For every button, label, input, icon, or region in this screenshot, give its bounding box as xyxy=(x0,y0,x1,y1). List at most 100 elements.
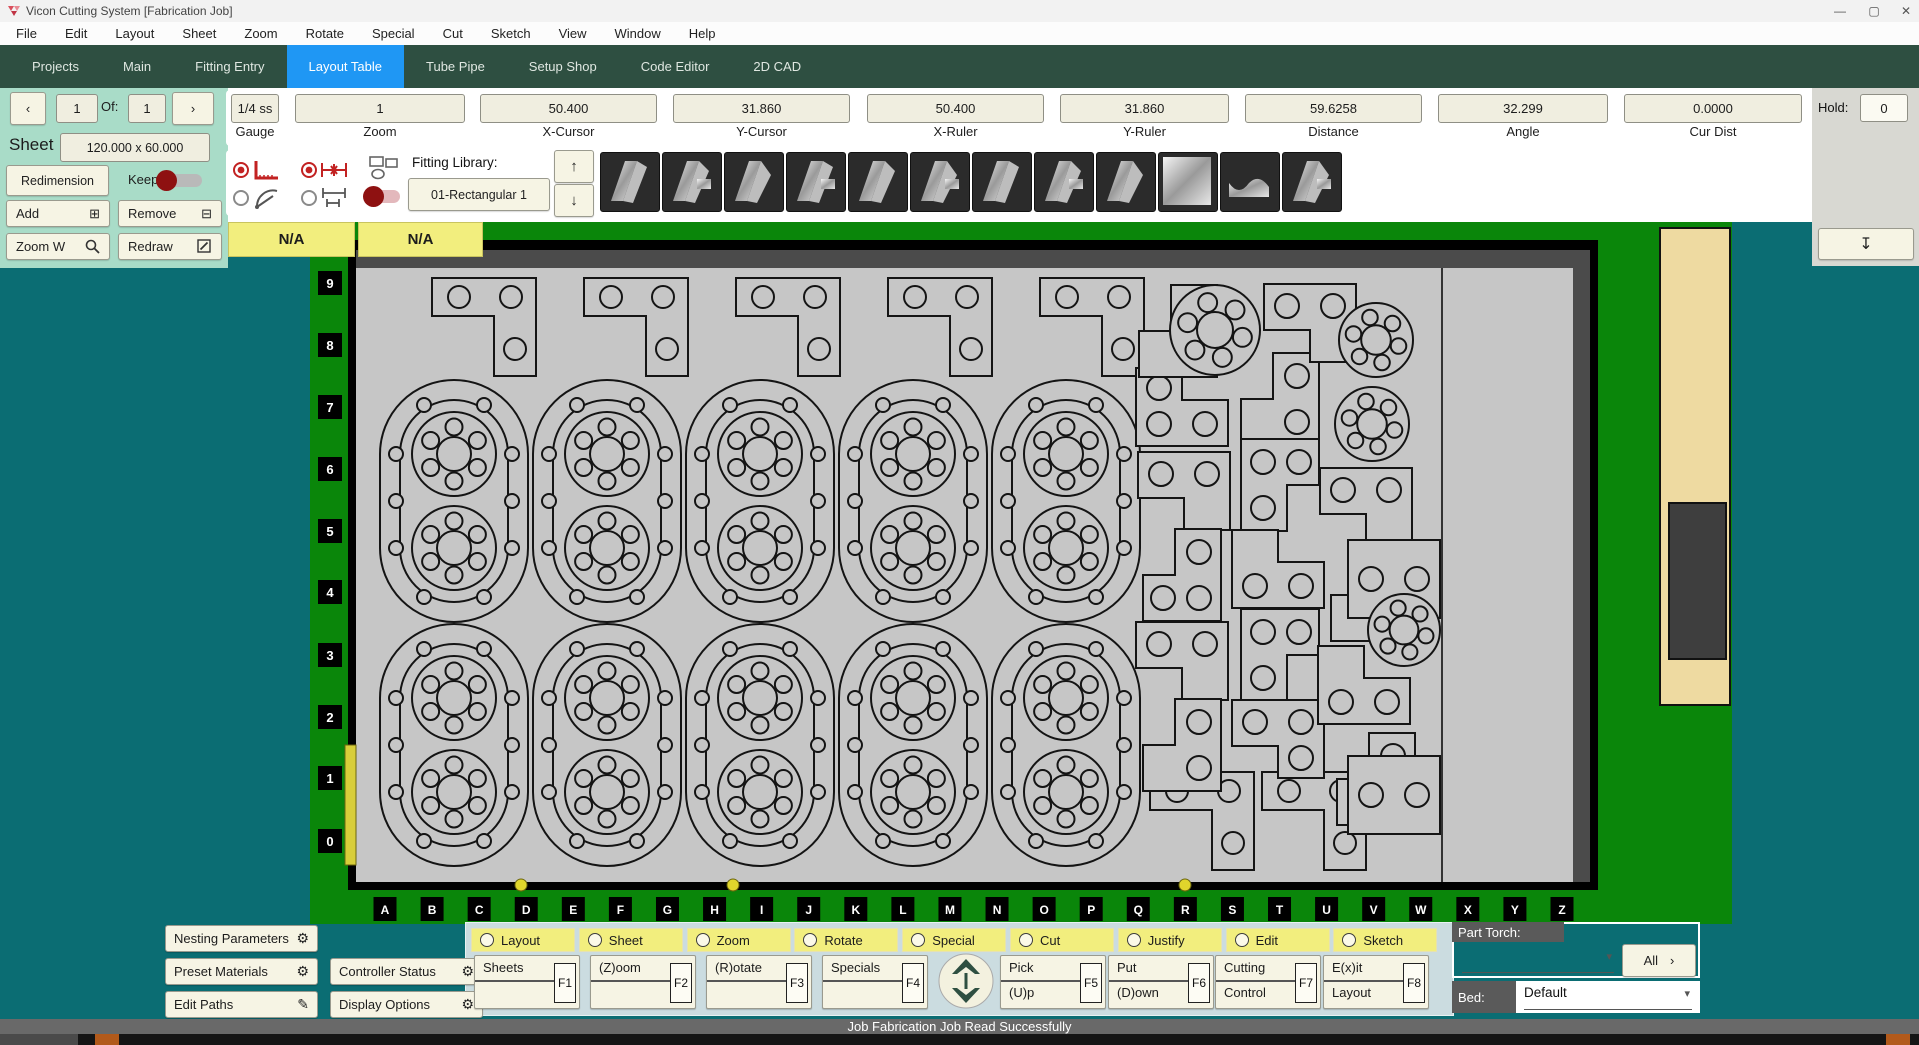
redimension-button[interactable]: Redimension xyxy=(6,165,109,196)
fitting-tile-8[interactable] xyxy=(1034,152,1094,212)
fkey-f3-button[interactable]: (R)otateF3 xyxy=(706,955,812,1009)
mode-edit[interactable]: Edit xyxy=(1226,928,1330,952)
snap-angle-radio[interactable] xyxy=(232,186,282,217)
fitting-tile-4[interactable] xyxy=(786,152,846,212)
menu-cut[interactable]: Cut xyxy=(443,26,463,41)
part-stadium-8[interactable] xyxy=(686,624,834,866)
display-options-button[interactable]: Display Options⚙ xyxy=(330,991,483,1018)
mode-special[interactable]: Special xyxy=(902,928,1006,952)
mode-rotate[interactable]: Rotate xyxy=(794,928,898,952)
part-flange-1[interactable] xyxy=(1170,285,1260,375)
fkey-f1-button[interactable]: SheetsF1 xyxy=(474,955,580,1009)
part-stadium-1[interactable] xyxy=(380,380,528,622)
snap-grid-radio[interactable] xyxy=(232,158,282,187)
tab-2d-cad[interactable]: 2D CAD xyxy=(731,45,823,88)
preset-materials-button[interactable]: Preset Materials⚙ xyxy=(165,958,318,985)
fkey-f5-button[interactable]: Pick(U)pF5 xyxy=(1000,955,1106,1009)
remove-button[interactable]: Remove⊟ xyxy=(118,200,222,227)
menu-rotate[interactable]: Rotate xyxy=(306,26,344,41)
fitting-tile-6[interactable] xyxy=(910,152,970,212)
mode-sketch[interactable]: Sketch xyxy=(1333,928,1437,952)
fitting-scroll-up-button[interactable]: ↑ xyxy=(554,150,594,183)
taskbar-item-left[interactable] xyxy=(95,1034,119,1045)
hold-field[interactable]: 0 xyxy=(1860,94,1908,122)
bed-combo[interactable]: ▾ Default xyxy=(1524,985,1692,1010)
tab-main[interactable]: Main xyxy=(101,45,173,88)
layout-canvas[interactable]: 9876543210ABCDEFGHIJKLMNOPQRSTUVWXYZ xyxy=(310,222,1732,929)
tab-fitting-entry[interactable]: Fitting Entry xyxy=(173,45,286,88)
menu-special[interactable]: Special xyxy=(372,26,415,41)
prev-sheet-button[interactable]: ‹ xyxy=(10,92,46,125)
fitting-tile-9[interactable] xyxy=(1096,152,1156,212)
fkey-f6-button[interactable]: Put(D)ownF6 xyxy=(1108,955,1214,1009)
part-torch-combo[interactable]: ▾ xyxy=(1462,948,1614,973)
mode-sheet[interactable]: Sheet xyxy=(579,928,683,952)
sheet-total-field[interactable]: 1 xyxy=(128,94,166,123)
tab-tube-pipe[interactable]: Tube Pipe xyxy=(404,45,507,88)
mode-justify[interactable]: Justify xyxy=(1118,928,1222,952)
fitting-tile-1[interactable] xyxy=(600,152,660,212)
part-flange-4[interactable] xyxy=(1368,594,1440,666)
measure-manual-radio[interactable] xyxy=(300,186,350,217)
cur-dist-field[interactable]: 0.0000 xyxy=(1624,94,1802,123)
menu-sketch[interactable]: Sketch xyxy=(491,26,531,41)
tab-code-editor[interactable]: Code Editor xyxy=(619,45,732,88)
mode-cut[interactable]: Cut xyxy=(1010,928,1114,952)
y-ruler-field[interactable]: 31.860 xyxy=(1060,94,1229,123)
menu-sheet[interactable]: Sheet xyxy=(182,26,216,41)
part-flange-3[interactable] xyxy=(1335,387,1409,461)
menu-window[interactable]: Window xyxy=(615,26,661,41)
redraw-button[interactable]: Redraw xyxy=(118,233,222,260)
close-button[interactable]: ✕ xyxy=(1890,0,1919,22)
menu-edit[interactable]: Edit xyxy=(65,26,87,41)
measure-auto-radio[interactable] xyxy=(300,158,350,187)
menu-zoom[interactable]: Zoom xyxy=(244,26,277,41)
menu-file[interactable]: File xyxy=(16,26,37,41)
nesting-parameters-button[interactable]: Nesting Parameters⚙ xyxy=(165,925,318,952)
sheet-number-field[interactable]: 1 xyxy=(56,94,98,123)
controller-status-button[interactable]: Controller Status⚙ xyxy=(330,958,483,985)
part-stadium-5[interactable] xyxy=(992,380,1140,622)
sheet-size-field[interactable]: 120.000 x 60.000 xyxy=(60,133,210,162)
fitting-tile-12[interactable] xyxy=(1282,152,1342,212)
distance-field[interactable]: 59.6258 xyxy=(1245,94,1422,123)
tab-setup-shop[interactable]: Setup Shop xyxy=(507,45,619,88)
all-torches-button[interactable]: All › xyxy=(1622,944,1696,977)
gauge-field[interactable]: 1/4 ss xyxy=(231,94,279,123)
fitting-tile-7[interactable] xyxy=(972,152,1032,212)
part-stadium-9[interactable] xyxy=(839,624,987,866)
part-stadium-7[interactable] xyxy=(533,624,681,866)
menu-help[interactable]: Help xyxy=(689,26,716,41)
tab-projects[interactable]: Projects xyxy=(10,45,101,88)
y-cursor-field[interactable]: 31.860 xyxy=(673,94,850,123)
tab-layout-table[interactable]: Layout Table xyxy=(287,45,405,88)
menu-view[interactable]: View xyxy=(559,26,587,41)
minimize-button[interactable]: — xyxy=(1824,0,1856,22)
fitting-tile-5[interactable] xyxy=(848,152,908,212)
fitting-tile-11[interactable] xyxy=(1220,152,1280,212)
fkey-f4-button[interactable]: SpecialsF4 xyxy=(822,955,928,1009)
part-stadium-2[interactable] xyxy=(533,380,681,622)
fitting-scroll-down-button[interactable]: ↓ xyxy=(554,184,594,217)
part-plate-18[interactable] xyxy=(1348,756,1440,834)
fitting-tile-3[interactable] xyxy=(724,152,784,212)
part-stadium-10[interactable] xyxy=(992,624,1140,866)
edit-paths-button[interactable]: Edit Paths✎ xyxy=(165,991,318,1018)
angle-field[interactable]: 32.299 xyxy=(1438,94,1608,123)
fkey-f2-button[interactable]: (Z)oomF2 xyxy=(590,955,696,1009)
x-cursor-field[interactable]: 50.400 xyxy=(480,94,657,123)
part-stadium-6[interactable] xyxy=(380,624,528,866)
zoom-field[interactable]: 1 xyxy=(295,94,465,123)
part-stadium-3[interactable] xyxy=(686,380,834,622)
next-sheet-button[interactable]: › xyxy=(172,92,214,125)
nest-updown-icon[interactable] xyxy=(938,953,994,1009)
add-button[interactable]: Add⊞ xyxy=(6,200,110,227)
x-ruler-field[interactable]: 50.400 xyxy=(867,94,1044,123)
taskbar-item-right[interactable] xyxy=(1886,1034,1910,1045)
fitting-tile-10[interactable] xyxy=(1158,152,1218,212)
part-stadium-4[interactable] xyxy=(839,380,987,622)
fitting-library-combo[interactable]: 01-Rectangular 1 xyxy=(408,178,550,211)
menu-layout[interactable]: Layout xyxy=(115,26,154,41)
fitting-tile-2[interactable] xyxy=(662,152,722,212)
maximize-button[interactable]: ▢ xyxy=(1858,0,1890,22)
